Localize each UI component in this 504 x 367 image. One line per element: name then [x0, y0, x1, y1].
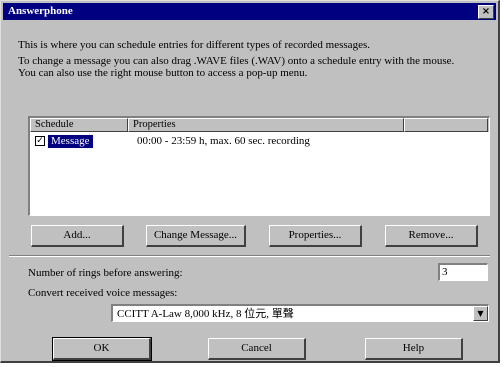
list-item[interactable]: ✓ Message 00:00 - 23:59 h, max. 60 sec. … — [30, 134, 489, 149]
answerphone-dialog: Answerphone × This is where you can sche… — [0, 0, 500, 363]
column-header-schedule[interactable]: Schedule — [30, 118, 128, 132]
schedule-properties: 00:00 - 23:59 h, max. 60 sec. recording — [137, 135, 310, 147]
description-line-3: You can also use the right mouse button … — [18, 67, 308, 79]
ok-button[interactable]: OK — [52, 337, 152, 361]
change-message-button[interactable]: Change Message... — [146, 225, 246, 247]
properties-button[interactable]: Properties... — [269, 225, 362, 247]
schedule-list[interactable]: Schedule Properties ✓ Message 00:00 - 23… — [28, 116, 490, 216]
description-line-2: To change a message you can also drag .W… — [18, 55, 455, 67]
checkmark-icon: ✓ — [36, 136, 44, 146]
list-header: Schedule Properties — [30, 118, 489, 132]
column-header-properties[interactable]: Properties — [128, 118, 404, 132]
title-bar[interactable]: Answerphone × — [3, 3, 496, 20]
schedule-label[interactable]: Message — [47, 134, 94, 149]
cancel-button[interactable]: Cancel — [208, 338, 306, 360]
close-button[interactable]: × — [478, 5, 494, 19]
rings-label: Number of rings before answering: — [28, 267, 183, 279]
rings-input[interactable]: 3 — [438, 263, 488, 281]
separator — [9, 255, 490, 257]
add-button[interactable]: Add... — [31, 225, 124, 247]
description-line-1: This is where you can schedule entries f… — [18, 39, 370, 51]
enable-checkbox[interactable]: ✓ — [35, 136, 45, 146]
convert-label: Convert received voice messages: — [28, 287, 178, 299]
dropdown-arrow-icon[interactable]: ▼ — [473, 306, 488, 321]
help-button[interactable]: Help — [365, 338, 463, 360]
window-title: Answerphone — [8, 5, 73, 17]
column-header-empty — [404, 118, 488, 132]
remove-button[interactable]: Remove... — [385, 225, 478, 247]
close-icon: × — [481, 6, 491, 17]
voice-format-value: CCITT A-Law 8,000 kHz, 8 位元, 單聲 — [117, 308, 294, 320]
voice-format-dropdown[interactable]: CCITT A-Law 8,000 kHz, 8 位元, 單聲 ▼ — [111, 304, 489, 322]
